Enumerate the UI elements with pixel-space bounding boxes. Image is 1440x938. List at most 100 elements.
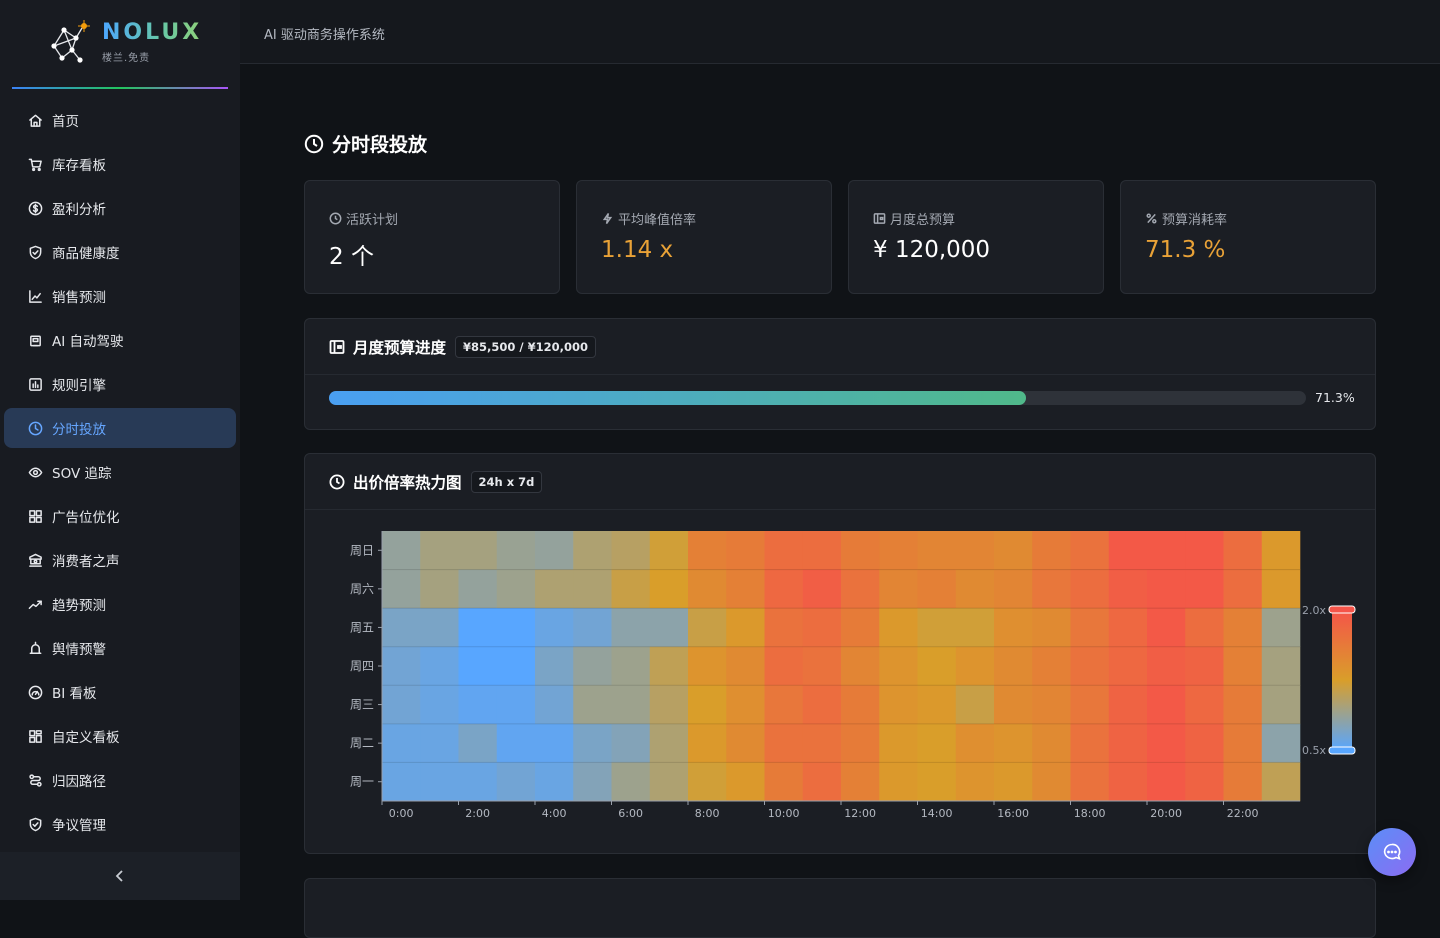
heatmap-cell[interactable] bbox=[1147, 646, 1186, 686]
heatmap-cell[interactable] bbox=[382, 723, 421, 763]
heatmap-cell[interactable] bbox=[535, 646, 574, 686]
heatmap-cell[interactable] bbox=[611, 569, 651, 609]
heatmap-cell[interactable] bbox=[879, 608, 918, 648]
sidebar-item-2[interactable]: 盈利分析 bbox=[4, 188, 236, 228]
heatmap-cell[interactable] bbox=[1070, 723, 1110, 763]
heatmap-cell[interactable] bbox=[1261, 762, 1301, 802]
heatmap-cell[interactable] bbox=[573, 685, 612, 725]
heatmap-cell[interactable] bbox=[726, 569, 765, 609]
heatmap-cell[interactable] bbox=[611, 762, 651, 802]
heatmap-cell[interactable] bbox=[802, 685, 842, 725]
heatmap-cell[interactable] bbox=[917, 685, 957, 725]
sidebar-item-13[interactable]: BI 看板 bbox=[4, 672, 236, 712]
heatmap-cell[interactable] bbox=[1223, 685, 1263, 725]
heatmap-cell[interactable] bbox=[726, 723, 765, 763]
heatmap-cell[interactable] bbox=[1185, 569, 1224, 609]
heatmap-cell[interactable] bbox=[802, 531, 842, 570]
heatmap-cell[interactable] bbox=[1185, 646, 1224, 686]
heatmap-cell[interactable] bbox=[688, 685, 727, 725]
heatmap-cell[interactable] bbox=[1108, 608, 1148, 648]
heatmap-cell[interactable] bbox=[573, 646, 612, 686]
sidebar-item-8[interactable]: SOV 追踪 bbox=[4, 452, 236, 492]
heatmap-cell[interactable] bbox=[649, 762, 689, 802]
heatmap-cell[interactable] bbox=[1223, 762, 1263, 802]
heatmap-cell[interactable] bbox=[420, 531, 459, 570]
sidebar-item-9[interactable]: 广告位优化 bbox=[4, 496, 236, 536]
heatmap-cell[interactable] bbox=[841, 762, 880, 802]
heatmap-cell[interactable] bbox=[649, 608, 689, 648]
bid-multiplier-heatmap[interactable]: 周日周六周五周四周三周二周一 0:00 2:00 4:00 6:00 8:00 10:00 1… bbox=[305, 454, 1377, 855]
heatmap-cell[interactable] bbox=[1185, 608, 1224, 648]
sidebar-item-14[interactable]: 自定义看板 bbox=[4, 716, 236, 756]
heatmap-cell[interactable] bbox=[879, 723, 918, 763]
heatmap-cell[interactable] bbox=[1070, 531, 1110, 570]
heatmap-cell[interactable] bbox=[764, 569, 804, 609]
heatmap-cell[interactable] bbox=[955, 646, 995, 686]
heatmap-cell[interactable] bbox=[649, 685, 689, 725]
sidebar-item-12[interactable]: 舆情预警 bbox=[4, 628, 236, 668]
heatmap-cell[interactable] bbox=[458, 723, 498, 763]
heatmap-cell[interactable] bbox=[382, 531, 421, 570]
heatmap-cell[interactable] bbox=[688, 762, 727, 802]
heatmap-cell[interactable] bbox=[611, 646, 651, 686]
heatmap-cell[interactable] bbox=[726, 685, 765, 725]
heatmap-cell[interactable] bbox=[535, 685, 574, 725]
heatmap-cell[interactable] bbox=[764, 723, 804, 763]
heatmap-cell[interactable] bbox=[726, 762, 765, 802]
heatmap-cell[interactable] bbox=[1147, 762, 1186, 802]
heatmap-cell[interactable] bbox=[611, 608, 651, 648]
heatmap-cell[interactable] bbox=[382, 646, 421, 686]
heatmap-cell[interactable] bbox=[1108, 723, 1148, 763]
heatmap-cell[interactable] bbox=[496, 762, 536, 802]
chat-button[interactable] bbox=[1368, 828, 1416, 876]
heatmap-cell[interactable] bbox=[841, 608, 880, 648]
heatmap-cell[interactable] bbox=[688, 569, 727, 609]
heatmap-cell[interactable] bbox=[1070, 762, 1110, 802]
heatmap-cell[interactable] bbox=[764, 762, 804, 802]
heatmap-cell[interactable] bbox=[1261, 608, 1301, 648]
heatmap-cell[interactable] bbox=[879, 531, 918, 570]
heatmap-cell[interactable] bbox=[458, 685, 498, 725]
heatmap-cell[interactable] bbox=[994, 723, 1033, 763]
heatmap-cell[interactable] bbox=[1185, 762, 1224, 802]
heatmap-cell[interactable] bbox=[841, 569, 880, 609]
heatmap-cell[interactable] bbox=[1032, 762, 1071, 802]
heatmap-cell[interactable] bbox=[688, 608, 727, 648]
sidebar-item-10[interactable]: 消费者之声 bbox=[4, 540, 236, 580]
heatmap-cell[interactable] bbox=[1261, 723, 1301, 763]
heatmap-cell[interactable] bbox=[1223, 531, 1263, 570]
heatmap-cell[interactable] bbox=[1185, 685, 1224, 725]
heatmap-cell[interactable] bbox=[573, 608, 612, 648]
heatmap-cell[interactable] bbox=[764, 531, 804, 570]
heatmap-cell[interactable] bbox=[1032, 723, 1071, 763]
heatmap-cell[interactable] bbox=[917, 762, 957, 802]
heatmap-cell[interactable] bbox=[382, 569, 421, 609]
heatmap-cell[interactable] bbox=[994, 646, 1033, 686]
heatmap-cell[interactable] bbox=[841, 531, 880, 570]
heatmap-cell[interactable] bbox=[382, 685, 421, 725]
heatmap-cell[interactable] bbox=[420, 646, 459, 686]
heatmap-cell[interactable] bbox=[688, 531, 727, 570]
heatmap-cell[interactable] bbox=[573, 569, 612, 609]
heatmap-cell[interactable] bbox=[1108, 531, 1148, 570]
heatmap-cell[interactable] bbox=[726, 646, 765, 686]
heatmap-cell[interactable] bbox=[1070, 646, 1110, 686]
heatmap-cell[interactable] bbox=[1223, 646, 1263, 686]
heatmap-cell[interactable] bbox=[649, 531, 689, 570]
heatmap-cell[interactable] bbox=[1147, 685, 1186, 725]
sidebar-item-16[interactable]: 争议管理 bbox=[4, 804, 236, 844]
heatmap-cell[interactable] bbox=[1223, 723, 1263, 763]
heatmap-cell[interactable] bbox=[535, 608, 574, 648]
heatmap-cell[interactable] bbox=[611, 531, 651, 570]
heatmap-cell[interactable] bbox=[802, 569, 842, 609]
heatmap-cell[interactable] bbox=[917, 723, 957, 763]
sidebar-item-7[interactable]: 分时投放 bbox=[4, 408, 236, 448]
heatmap-cell[interactable] bbox=[955, 685, 995, 725]
sidebar-item-15[interactable]: 归因路径 bbox=[4, 760, 236, 800]
heatmap-cell[interactable] bbox=[688, 646, 727, 686]
heatmap-cell[interactable] bbox=[802, 723, 842, 763]
heatmap-cell[interactable] bbox=[1261, 646, 1301, 686]
heatmap-cell[interactable] bbox=[1261, 569, 1301, 609]
heatmap-cell[interactable] bbox=[573, 723, 612, 763]
heatmap-cell[interactable] bbox=[955, 531, 995, 570]
